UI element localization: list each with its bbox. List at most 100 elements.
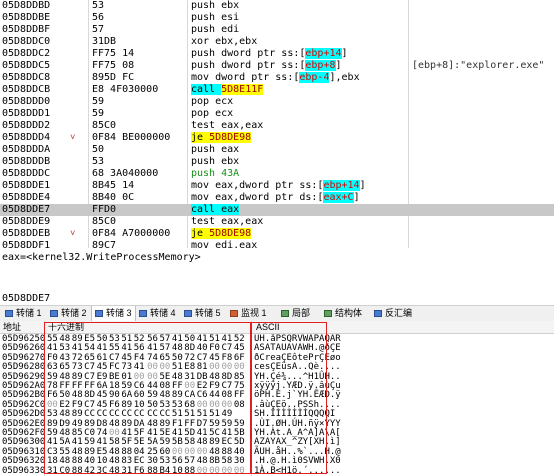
instruction-token: ] [353,192,360,203]
dump-address: 05D96330 [2,465,46,476]
instruction-address: 05D8DDE7 [2,204,51,215]
disasm-row[interactable]: 05D8DDE9 85C0 test eax,eax [0,216,554,228]
instruction-address: 05D8DDE1 [2,180,51,191]
disasm-row[interactable]: 05D8DDEB ˅ 0F84 A7000000 je 5D8DE98 [0,228,554,240]
disasm-row[interactable]: 05D8DDC8 895D FC mov dword ptr ss:[ebp-4],… [0,72,554,84]
comment: [ebp+8]:"explorer.exe" [412,60,545,71]
tab-label: 转储 1 [16,308,42,318]
instruction-bytes: 0F84 BE000000 [92,132,171,143]
disasm-row[interactable]: 05D8DDBF 57 push edi [0,24,554,36]
disasm-row[interactable]: 05D8DDE1 8B45 14 mov eax,dword ptr ss:[ebp… [0,180,554,192]
instruction-bytes: 31DB [92,36,117,47]
instruction-bytes: 59 [92,108,105,119]
current-address: 05D8DDE7 [2,293,51,304]
instruction-address: 05D8DDDC [2,168,51,179]
tab-dump-9[interactable]: 反汇编 [371,306,415,321]
disasm-row[interactable]: 05D8DDCB E8 4F030000 call 5D8E11F [0,84,554,96]
tab-label: 反汇编 [385,308,413,318]
instruction-token: push ebx [191,156,240,167]
disassembly-view[interactable]: 05D8DDBD 53 push ebx 05D8DDBE 56 push esi 05D8… [0,0,554,248]
tab-dump-5[interactable]: 转储 5 [181,306,224,321]
instruction-bytes: 68 3A040000 [92,168,159,179]
tab-icon [50,310,58,317]
disasm-row[interactable]: 05D8DDDB 53 push ebx [0,156,554,168]
instruction-token: 5D8DE98 [209,132,252,143]
instruction-text: push eax [191,144,239,156]
instruction-token: ebp+8 [305,60,336,71]
disasm-row[interactable]: 05D8DDD4 ˅ 0F84 BE000000 je 5D8DE98 [0,132,554,144]
disasm-row[interactable]: 05D8DDD2 85C0 test eax,eax [0,120,554,132]
instruction-token: push ebx [191,0,240,11]
instruction-token: test eax,eax [191,216,264,227]
disasm-row[interactable]: 05D8DDDC 68 3A040000 push 43A [0,168,554,180]
tab-label: 转储 5 [195,308,221,318]
jump-arrow-icon: ˅ [70,133,76,143]
instruction-address: 05D8DDF1 [2,240,51,248]
instruction-bytes: 59 [92,96,105,107]
disasm-row[interactable]: 05D8DDE7 FFD0 call eax [0,204,554,216]
tab-icon [324,310,332,317]
instruction-token: push dword ptr ss:[ [191,60,306,71]
instruction-token: ] [341,48,348,59]
tab-label: 监视 1 [241,308,267,318]
instruction-address: 05D8DDD4 [2,132,51,143]
instruction-text: call 5D8E11F [191,84,264,96]
info-text: eax=<kernel32.WriteProcessMemory> [2,252,201,263]
instruction-bytes: 85C0 [92,120,117,131]
tab-dump-6[interactable]: 监视 1 [227,306,270,321]
instruction-text: pop ecx [191,108,233,120]
tab-dump-7[interactable]: 局部 [278,306,313,321]
tab-icon [230,310,238,317]
instruction-token: call eax [191,204,240,215]
instruction-text: push ebx [191,0,239,12]
instruction-bytes: FF75 08 [92,60,135,71]
tab-label: 局部 [292,308,311,318]
tab-dump-2[interactable]: 转储 2 [47,306,90,321]
instruction-text: mov dword ptr ss:[ebp-4],ebx [191,72,360,84]
instruction-text: push 43A [191,168,239,180]
instruction-address: 05D8DDD1 [2,108,51,119]
instruction-text: test eax,eax [191,216,263,228]
disasm-row[interactable]: 05D8DDC0 31DB xor ebx,ebx [0,36,554,48]
instruction-address: 05D8DDBE [2,12,51,23]
instruction-text: mov eax,dword ptr ds:[eax+C] [191,192,360,204]
header-address: 地址 [3,322,22,332]
tab-dump-8[interactable]: 结构体 [321,306,365,321]
tab-dump-1[interactable]: 转储 1 [2,306,45,321]
disasm-row[interactable]: 05D8DDC2 FF75 14 push dword ptr ss:[ebp+14… [0,48,554,60]
instruction-bytes: 0F84 A7000000 [92,228,171,239]
instruction-token: 5D8DE98 [209,228,252,239]
instruction-address: 05D8DDCB [2,84,51,95]
tab-dump-3[interactable]: 转储 3 [91,306,136,321]
instruction-token: ] [335,60,342,71]
current-address-bar: 05D8DDE7 [0,292,554,306]
disasm-row[interactable]: 05D8DDD1 59 pop ecx [0,108,554,120]
instruction-text: push dword ptr ss:[ebp+14] [191,48,348,60]
instruction-bytes: 53 [92,0,105,11]
instruction-bytes: E8 4F030000 [92,84,159,95]
instruction-address: 05D8DDD2 [2,120,51,131]
instruction-token: eax+C [323,192,354,203]
instruction-bytes: 56 [92,12,105,23]
disasm-row[interactable]: 05D8DDD0 59 pop ecx [0,96,554,108]
tab-label: 转储 4 [150,308,176,318]
tab-icon [374,310,382,317]
instruction-address: 05D8DDBF [2,24,51,35]
disasm-row[interactable]: 05D8DDBE 56 push esi [0,12,554,24]
disasm-row[interactable]: 05D8DDF1 89C7 mov edi,eax [0,240,554,248]
instruction-address: 05D8DDDA [2,144,51,155]
instruction-text: test eax,eax [191,120,263,132]
instruction-text: je 5D8DE98 [191,228,252,240]
tab-dump-4[interactable]: 转储 4 [136,306,179,321]
tab-label: 转储 3 [106,308,132,318]
instruction-token: push dword ptr ss:[ [191,48,306,59]
instruction-token: ebp-4 [299,72,330,83]
disasm-row[interactable]: 05D8DDBD 53 push ebx [0,0,554,12]
instruction-token: call [191,84,222,95]
instruction-address: 05D8DDC5 [2,60,51,71]
instruction-text: push dword ptr ss:[ebp+8] [191,60,342,72]
disasm-row[interactable]: 05D8DDE4 8B40 0C mov eax,dword ptr ds:[eax… [0,192,554,204]
disasm-row[interactable]: 05D8DDC5 FF75 08 push dword ptr ss:[ebp+8]… [0,60,554,72]
disasm-row[interactable]: 05D8DDDA 50 push eax [0,144,554,156]
instruction-text: xor ebx,ebx [191,36,257,48]
